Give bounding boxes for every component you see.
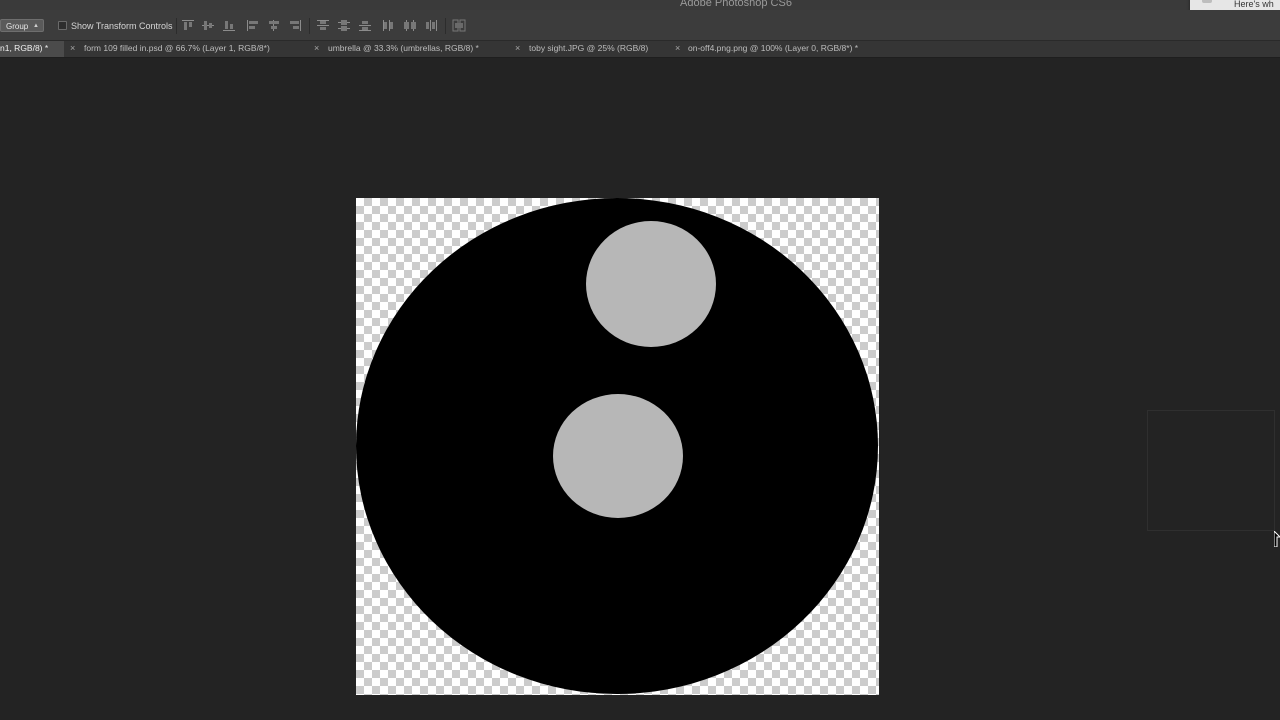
align-left-edges-icon[interactable] [246,19,260,32]
align-horizontal-centers-icon[interactable] [267,19,281,32]
show-transform-controls-label[interactable]: Show Transform Controls [71,20,173,32]
tab-close-icon[interactable]: × [314,41,319,56]
show-transform-controls-checkbox[interactable] [58,21,67,30]
tab-close-icon[interactable]: × [515,41,520,56]
dropdown-arrows-icon: ▲ [33,23,39,29]
distribute-bottom-edges-icon[interactable] [358,19,372,32]
panel-outline [1147,410,1275,531]
tab-label: on-off4.png.png @ 100% (Layer 0, RGB/8*)… [688,43,859,53]
tab-label: form 109 filled in.psd @ 66.7% (Layer 1,… [84,43,270,53]
distribute-right-edges-icon[interactable] [424,19,438,32]
gray-circle-top [586,221,716,347]
gray-circle-middle [553,394,683,518]
mouse-cursor-icon [1274,531,1280,547]
document-canvas[interactable] [356,198,879,695]
distribute-top-edges-icon[interactable] [316,19,330,32]
toolbar-separator [445,18,446,34]
distribute-horizontal-centers-icon[interactable] [403,19,417,32]
auto-select-value: Group [6,22,29,31]
window-title: Adobe Photoshop CS6 [680,0,792,9]
distribute-vertical-centers-icon[interactable] [337,19,351,32]
document-tab-bar: n1, RGB/8) * × form 109 filled in.psd @ … [0,41,1280,58]
tab-close-icon[interactable]: × [675,41,680,56]
distribute-left-edges-icon[interactable] [382,19,396,32]
align-top-edges-icon[interactable] [181,19,195,32]
toolbar-separator [176,18,177,34]
document-tab[interactable]: n1, RGB/8) * [0,41,64,57]
options-bar: Group ▲ Show Transform Controls [0,10,1280,41]
tab-close-icon[interactable]: × [70,41,75,56]
tab-label: toby sight.JPG @ 25% (RGB/8) [529,43,649,53]
toolbar-separator [309,18,310,34]
window-title-bar: Adobe Photoshop CS6 [0,0,1280,10]
align-bottom-edges-icon[interactable] [222,19,236,32]
auto-align-layers-icon[interactable] [452,19,466,32]
artwork [356,198,878,694]
tab-label: umbrella @ 33.3% (umbrellas, RGB/8) * [328,43,479,53]
align-vertical-centers-icon[interactable] [201,19,215,32]
auto-select-dropdown[interactable]: Group ▲ [0,19,44,32]
notification-icon [1202,0,1212,3]
tab-label: n1, RGB/8) * [0,43,49,53]
align-right-edges-icon[interactable] [288,19,302,32]
